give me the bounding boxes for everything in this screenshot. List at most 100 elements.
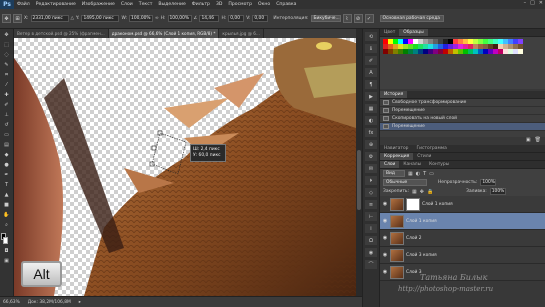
tab-histogram[interactable]: Гистограмма bbox=[412, 145, 450, 152]
eyedropper-tool-icon[interactable]: ⁄ bbox=[2, 81, 12, 89]
paragraph-panel-icon[interactable]: ¶ bbox=[365, 80, 377, 89]
quick-mask-icon[interactable]: ◘ bbox=[2, 247, 12, 255]
lock-all-icon[interactable]: 🔒 bbox=[427, 189, 433, 195]
maximize-button[interactable]: □ bbox=[530, 0, 535, 6]
visibility-eye-icon[interactable]: ◉ bbox=[382, 201, 388, 207]
filter-shape-icon[interactable]: ▭ bbox=[429, 171, 434, 177]
layer-row[interactable]: ◉ Слой 3 копия bbox=[380, 247, 545, 264]
v-skew-field[interactable]: 0,00 bbox=[252, 15, 269, 22]
menu-type[interactable]: Текст bbox=[136, 2, 156, 7]
canvas[interactable] bbox=[14, 38, 356, 296]
swatch-panel-icon[interactable]: ▦ bbox=[365, 104, 377, 113]
layer-name[interactable]: Слой 2 bbox=[406, 236, 422, 241]
scrollbar-thumb[interactable] bbox=[357, 150, 361, 210]
visibility-eye-icon[interactable]: ◉ bbox=[382, 235, 388, 241]
tab-layers[interactable]: Слои bbox=[380, 161, 400, 168]
tab-navigator[interactable]: Навигатор bbox=[380, 145, 412, 152]
path-select-tool-icon[interactable]: ▲ bbox=[2, 191, 12, 199]
history-panel-icon[interactable]: ⟲ bbox=[365, 32, 377, 41]
menu-filter[interactable]: Фильтр bbox=[189, 2, 213, 7]
history-item[interactable]: Свободное трансформирование bbox=[380, 99, 545, 107]
dodge-tool-icon[interactable]: ● bbox=[2, 161, 12, 169]
tab-styles[interactable]: Стили bbox=[413, 153, 435, 160]
interpolation-select[interactable]: Бикубиче... bbox=[310, 15, 341, 22]
workspace-select[interactable]: Основная рабочая среда bbox=[379, 15, 444, 22]
visibility-eye-icon[interactable]: ◉ bbox=[382, 252, 388, 258]
tab-color[interactable]: Цвет bbox=[380, 29, 399, 36]
color-swatch[interactable] bbox=[518, 49, 523, 54]
menu-view[interactable]: Просмотр bbox=[225, 2, 255, 7]
actions-panel-icon[interactable]: ▶ bbox=[365, 92, 377, 101]
history-item-selected[interactable]: Перемещение bbox=[380, 123, 545, 131]
menu-3d[interactable]: 3D bbox=[213, 2, 225, 7]
glyphs-icon[interactable]: Ω bbox=[365, 236, 377, 245]
tab-document-1[interactable]: Ветер в детской.psd @ 25% (фрагмен... bbox=[14, 29, 109, 38]
clone-source-icon[interactable]: ⊕ bbox=[365, 140, 377, 149]
layer-row[interactable]: ◉ Слой 2 bbox=[380, 230, 545, 247]
w-field[interactable]: 100,00% bbox=[129, 15, 154, 22]
tool-presets-icon[interactable]: ⚙ bbox=[365, 152, 377, 161]
layer-name[interactable]: Слой 1 копия bbox=[422, 202, 453, 207]
shape-tool-icon[interactable]: ■ bbox=[2, 201, 12, 209]
measurement-icon[interactable]: ⊢ bbox=[365, 212, 377, 221]
commit-transform-icon[interactable]: ✓ bbox=[364, 14, 374, 23]
layer-filter-select[interactable]: Вид bbox=[383, 170, 405, 177]
marquee-tool-icon[interactable]: ⬚ bbox=[2, 41, 12, 49]
link-icon[interactable]: ∞ bbox=[155, 16, 159, 21]
tab-history[interactable]: История bbox=[380, 91, 408, 98]
close-button[interactable]: ✕ bbox=[539, 0, 543, 6]
y-field[interactable]: 1495,00 пикс bbox=[81, 15, 120, 22]
menu-select[interactable]: Выделение bbox=[155, 2, 188, 7]
move-tool-icon[interactable]: ✥ bbox=[2, 31, 12, 39]
crop-tool-icon[interactable]: ⌗ bbox=[2, 71, 12, 79]
gradient-tool-icon[interactable]: ▤ bbox=[2, 141, 12, 149]
history-brush-tool-icon[interactable]: ↺ bbox=[2, 121, 12, 129]
opacity-field[interactable]: 100% bbox=[480, 179, 497, 186]
stamp-tool-icon[interactable]: ⊥ bbox=[2, 111, 12, 119]
lasso-tool-icon[interactable]: ◌ bbox=[2, 51, 12, 59]
info-icon[interactable]: i bbox=[365, 224, 377, 233]
h-skew-field[interactable]: 0,00 bbox=[228, 15, 245, 22]
history-item[interactable]: Скопировать на новый слой bbox=[380, 115, 545, 123]
history-item[interactable]: Перемещение bbox=[380, 107, 545, 115]
warp-icon[interactable]: ⌇ bbox=[342, 14, 352, 23]
layer-row-selected[interactable]: ◉ Слой 1 копия bbox=[380, 213, 545, 230]
quick-select-tool-icon[interactable]: ✎ bbox=[2, 61, 12, 69]
filter-type-icon[interactable]: T bbox=[423, 171, 426, 177]
adjust-panel-icon[interactable]: ◐ bbox=[365, 116, 377, 125]
minimize-button[interactable]: – bbox=[524, 0, 527, 6]
lock-pixels-icon[interactable]: ▦ bbox=[412, 189, 417, 195]
zoom-level[interactable]: 66,63% bbox=[3, 300, 20, 305]
visibility-eye-icon[interactable]: ◉ bbox=[382, 218, 388, 224]
hand-tool-icon[interactable]: ✋ bbox=[2, 211, 12, 219]
move-tool-preset-icon[interactable]: ✥ bbox=[2, 14, 11, 23]
reference-point-icon[interactable]: ⊞ bbox=[13, 14, 22, 23]
tab-document-3[interactable]: крылья.jpg @ 6... bbox=[219, 29, 264, 38]
angle-field[interactable]: 14,46 bbox=[199, 15, 220, 22]
history-trash-icon[interactable]: 🗑 bbox=[535, 137, 541, 145]
styles-panel-icon[interactable]: fx bbox=[365, 128, 377, 137]
paths-icon[interactable]: ⌒ bbox=[365, 260, 377, 269]
tab-document-2[interactable]: драконом.psd @ 66,6% (Слой 1 копия, RGB/… bbox=[108, 29, 220, 38]
menu-window[interactable]: Окно bbox=[255, 2, 273, 7]
properties-panel-icon[interactable]: ℹ bbox=[365, 44, 377, 53]
layer-row[interactable]: ◉ Слой 1 копия bbox=[380, 196, 545, 213]
menu-help[interactable]: Справка bbox=[273, 2, 299, 7]
menu-edit[interactable]: Редактирование bbox=[33, 2, 79, 7]
pen-tool-icon[interactable]: ✒ bbox=[2, 171, 12, 179]
color-panel-icon[interactable]: ◉ bbox=[365, 248, 377, 257]
x-field[interactable]: 2331,00 пикс bbox=[30, 15, 69, 22]
lock-move-icon[interactable]: ✥ bbox=[420, 189, 424, 195]
h-field[interactable]: 100,00% bbox=[167, 15, 192, 22]
layer-name[interactable]: Слой 3 копия bbox=[406, 253, 437, 258]
zoom-tool-icon[interactable]: ⌕ bbox=[2, 221, 12, 229]
character-panel-icon[interactable]: A bbox=[365, 68, 377, 77]
type-tool-icon[interactable]: T bbox=[2, 181, 12, 189]
menu-file[interactable]: Файл bbox=[14, 2, 33, 7]
screen-mode-icon[interactable]: ▣ bbox=[2, 257, 12, 265]
menu-layer[interactable]: Слои bbox=[118, 2, 136, 7]
tab-channels[interactable]: Каналы bbox=[399, 161, 425, 168]
tab-adjustments[interactable]: Коррекция bbox=[380, 153, 414, 160]
blend-mode-select[interactable]: Обычные bbox=[383, 179, 427, 186]
timeline-icon[interactable]: ⏵ bbox=[365, 176, 377, 185]
